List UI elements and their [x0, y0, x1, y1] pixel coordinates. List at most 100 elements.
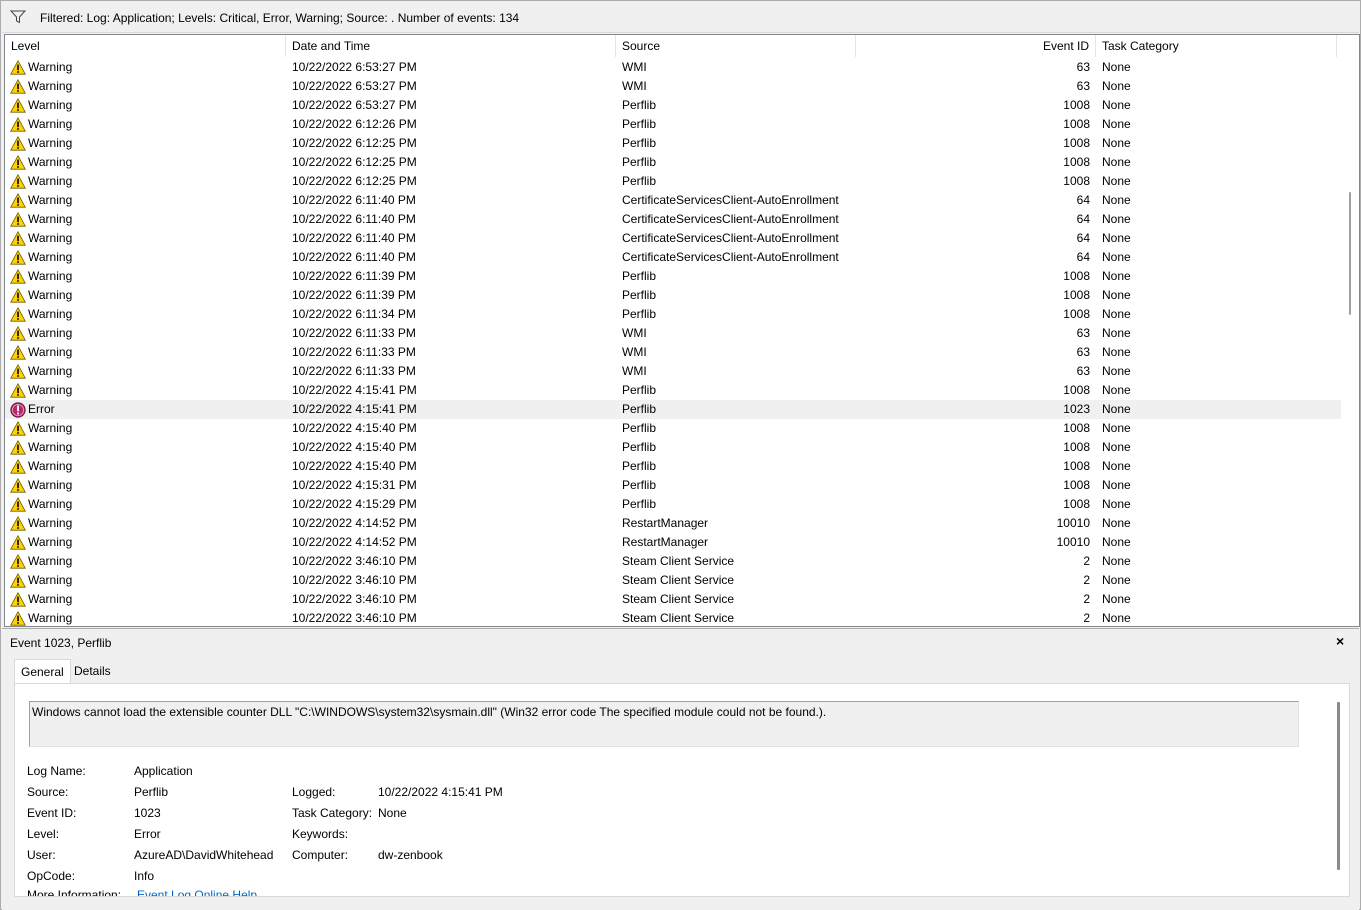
level-cell: Warning [28, 269, 73, 283]
user-value: AzureAD\DavidWhitehead [134, 848, 274, 862]
event-id-cell: 2 [1083, 611, 1090, 625]
table-row[interactable]: Warning 10/22/2022 6:11:39 PM Perflib 1008 N… [5, 286, 1341, 305]
table-row[interactable]: Warning 10/22/2022 6:12:25 PM Perflib 1008 N… [5, 153, 1341, 172]
source-cell: Perflib [622, 383, 657, 397]
filter-bar: Filtered: Log: Application; Levels: Crit… [2, 2, 1359, 33]
table-row[interactable]: Warning 10/22/2022 6:53:27 PM WMI 63 None [5, 77, 1341, 96]
date-time-cell: 10/22/2022 6:12:25 PM [292, 155, 417, 169]
detail-vertical-scrollbar[interactable] [1337, 702, 1340, 870]
date-time-cell: 10/22/2022 4:15:41 PM [292, 383, 417, 397]
column-header-level[interactable]: Level [5, 35, 286, 57]
source-cell: Perflib [622, 459, 657, 473]
column-header-row: Level Date and Time Source Event ID Task… [5, 35, 1341, 57]
logged-value: 10/22/2022 4:15:41 PM [378, 785, 503, 799]
warning-icon [10, 287, 26, 303]
level-value: Error [134, 827, 161, 841]
warning-icon [10, 325, 26, 341]
event-id-cell: 1008 [1063, 478, 1090, 492]
task-category-label: Task Category: [292, 806, 373, 820]
tab-details[interactable]: Details [68, 659, 117, 683]
task-category-cell: None [1102, 193, 1131, 207]
warning-icon [10, 59, 26, 75]
date-time-cell: 10/22/2022 4:15:31 PM [292, 478, 417, 492]
table-row[interactable]: Warning 10/22/2022 4:15:41 PM Perflib 1008 N… [5, 381, 1341, 400]
log-name-label: Log Name: [27, 764, 86, 778]
date-time-cell: 10/22/2022 3:46:10 PM [292, 592, 417, 606]
column-header-date-time[interactable]: Date and Time [286, 35, 616, 57]
level-cell: Warning [28, 250, 73, 264]
table-row[interactable]: Warning 10/22/2022 4:15:40 PM Perflib 1008 N… [5, 457, 1341, 476]
table-row[interactable]: Warning 10/22/2022 6:53:27 PM WMI 63 None [5, 58, 1341, 77]
source-cell: Perflib [622, 440, 657, 454]
event-log-online-help-link[interactable]: Event Log Online Help [137, 888, 257, 896]
table-row[interactable]: Warning 10/22/2022 6:11:40 PM CertificateS… [5, 210, 1341, 229]
table-row[interactable]: Warning 10/22/2022 6:11:39 PM Perflib 1008 N… [5, 267, 1341, 286]
table-row[interactable]: Warning 10/22/2022 4:14:52 PM RestartManag… [5, 514, 1341, 533]
source-cell: WMI [622, 326, 647, 340]
warning-icon [10, 534, 26, 550]
table-row[interactable]: Warning 10/22/2022 6:11:33 PM WMI 63 None [5, 343, 1341, 362]
task-category-cell: None [1102, 459, 1131, 473]
level-cell: Warning [28, 288, 73, 302]
event-message-box[interactable]: Windows cannot load the extensible count… [29, 701, 1299, 747]
event-id-cell: 1008 [1063, 307, 1090, 321]
table-row[interactable]: Warning 10/22/2022 3:46:10 PM Steam Client… [5, 590, 1341, 609]
level-cell: Warning [28, 326, 73, 340]
scrollbar-thumb[interactable] [1349, 192, 1351, 315]
source-cell: Perflib [622, 136, 657, 150]
table-row[interactable]: Warning 10/22/2022 6:12:25 PM Perflib 1008 N… [5, 134, 1341, 153]
computer-value: dw-zenbook [378, 848, 443, 862]
source-cell: Perflib [622, 98, 657, 112]
table-row[interactable]: Warning 10/22/2022 4:15:31 PM Perflib 1008 N… [5, 476, 1341, 495]
event-id-label: Event ID: [27, 806, 77, 820]
table-row[interactable]: Warning 10/22/2022 6:11:40 PM CertificateS… [5, 248, 1341, 267]
level-cell: Warning [28, 383, 73, 397]
close-icon[interactable]: × [1336, 633, 1344, 649]
table-row[interactable]: Error 10/22/2022 4:15:41 PM Perflib 1023 Non… [5, 400, 1341, 419]
event-id-cell: 1008 [1063, 174, 1090, 188]
events-grid[interactable]: Level Date and Time Source Event ID Task… [4, 34, 1360, 627]
source-cell: WMI [622, 60, 647, 74]
table-row[interactable]: Warning 10/22/2022 6:11:40 PM CertificateS… [5, 191, 1341, 210]
task-category-cell: None [1102, 212, 1131, 226]
source-cell: Steam Client Service [622, 573, 735, 587]
event-id-cell: 1008 [1063, 383, 1090, 397]
table-row[interactable]: Warning 10/22/2022 4:14:52 PM RestartManag… [5, 533, 1341, 552]
table-row[interactable]: Warning 10/22/2022 4:15:40 PM Perflib 1008 N… [5, 438, 1341, 457]
table-row[interactable]: Warning 10/22/2022 6:12:25 PM Perflib 1008 N… [5, 172, 1341, 191]
tab-general[interactable]: General [14, 659, 71, 684]
warning-icon [10, 135, 26, 151]
date-time-cell: 10/22/2022 4:15:40 PM [292, 459, 417, 473]
event-detail-pane: Event 1023, Perflib × General Details Wi… [2, 628, 1359, 910]
date-time-cell: 10/22/2022 6:12:26 PM [292, 117, 417, 131]
table-row[interactable]: Warning 10/22/2022 6:11:33 PM WMI 63 None [5, 324, 1341, 343]
table-row[interactable]: Warning 10/22/2022 3:46:10 PM Steam Client… [5, 552, 1341, 571]
table-row[interactable]: Warning 10/22/2022 3:46:10 PM Steam Client… [5, 609, 1341, 626]
table-row[interactable]: Warning 10/22/2022 6:11:33 PM WMI 63 None [5, 362, 1341, 381]
warning-icon [10, 515, 26, 531]
level-cell: Warning [28, 421, 73, 435]
source-cell: RestartManager [622, 516, 709, 530]
task-category-cell: None [1102, 478, 1131, 492]
events-vertical-scrollbar[interactable] [1342, 35, 1359, 626]
column-header-event-id[interactable]: Event ID [856, 35, 1096, 57]
table-row[interactable]: Warning 10/22/2022 6:53:27 PM Perflib 1008 N… [5, 96, 1341, 115]
level-cell: Warning [28, 364, 73, 378]
task-category-cell: None [1102, 554, 1131, 568]
event-id-cell: 2 [1083, 554, 1090, 568]
column-header-source[interactable]: Source [616, 35, 856, 57]
table-row[interactable]: Warning 10/22/2022 4:15:29 PM Perflib 1008 N… [5, 495, 1341, 514]
date-time-cell: 10/22/2022 6:53:27 PM [292, 79, 417, 93]
level-cell: Warning [28, 307, 73, 321]
table-row[interactable]: Warning 10/22/2022 4:15:40 PM Perflib 1008 N… [5, 419, 1341, 438]
user-label: User: [27, 848, 56, 862]
table-row[interactable]: Warning 10/22/2022 3:46:10 PM Steam Client… [5, 571, 1341, 590]
event-id-cell: 63 [1076, 79, 1090, 93]
column-header-task-category[interactable]: Task Category [1096, 35, 1337, 57]
table-row[interactable]: Warning 10/22/2022 6:11:34 PM Perflib 1008 N… [5, 305, 1341, 324]
level-cell: Warning [28, 136, 73, 150]
table-row[interactable]: Warning 10/22/2022 6:11:40 PM CertificateS… [5, 229, 1341, 248]
event-id-cell: 1008 [1063, 155, 1090, 169]
event-id-cell: 2 [1083, 592, 1090, 606]
table-row[interactable]: Warning 10/22/2022 6:12:26 PM Perflib 1008 N… [5, 115, 1341, 134]
